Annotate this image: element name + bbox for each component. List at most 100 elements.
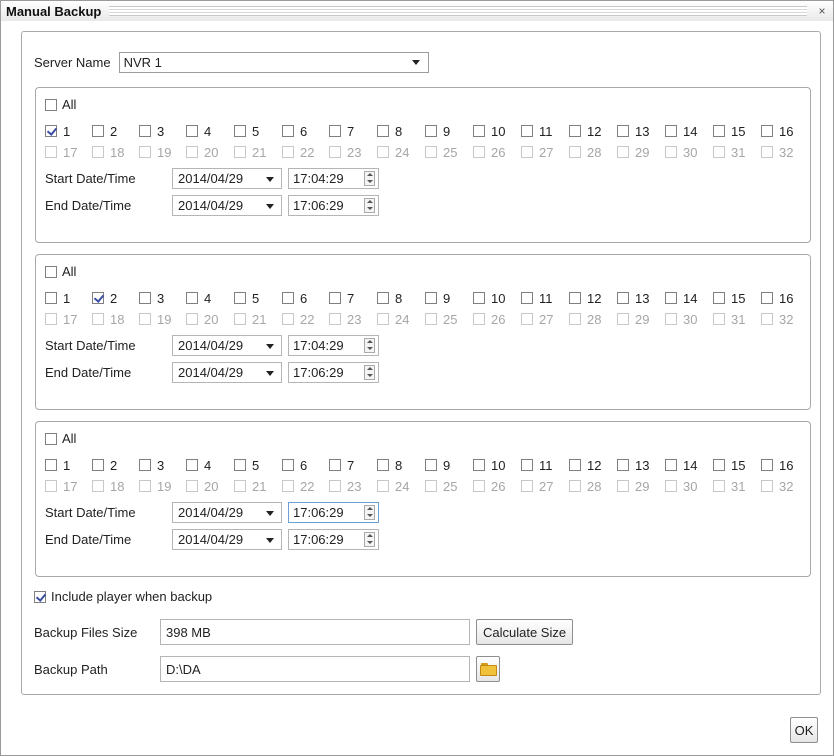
channel-13[interactable]: 13 [617, 457, 649, 473]
backup-size-field[interactable]: 398 MB [160, 619, 470, 645]
channel-15[interactable]: 15 [713, 290, 745, 306]
channel-3[interactable]: 3 [139, 457, 164, 473]
channel-checkbox[interactable] [377, 125, 389, 137]
channel-9[interactable]: 9 [425, 123, 450, 139]
channel-4[interactable]: 4 [186, 457, 211, 473]
channel-4[interactable]: 4 [186, 123, 211, 139]
channel-1[interactable]: 1 [45, 457, 70, 473]
ok-button[interactable]: OK [790, 717, 818, 743]
channel-2[interactable]: 2 [92, 457, 117, 473]
channel-4[interactable]: 4 [186, 290, 211, 306]
channel-9[interactable]: 9 [425, 290, 450, 306]
channel-checkbox[interactable] [92, 125, 104, 137]
channel-14[interactable]: 14 [665, 457, 697, 473]
start-date-picker[interactable]: 2014/04/29 [172, 501, 282, 523]
channel-checkbox[interactable] [139, 459, 151, 471]
channel-checkbox[interactable] [139, 125, 151, 137]
channel-checkbox[interactable] [665, 459, 677, 471]
channel-7[interactable]: 7 [329, 123, 354, 139]
channel-checkbox[interactable] [234, 125, 246, 137]
channel-10[interactable]: 10 [473, 290, 505, 306]
channel-15[interactable]: 15 [713, 457, 745, 473]
channel-7[interactable]: 7 [329, 290, 354, 306]
spinner-icon[interactable] [364, 170, 375, 186]
channel-14[interactable]: 14 [665, 123, 697, 139]
channel-checkbox[interactable] [186, 459, 198, 471]
channel-checkbox[interactable] [617, 459, 629, 471]
channel-checkbox[interactable] [569, 292, 581, 304]
channel-checkbox[interactable] [234, 292, 246, 304]
channel-1[interactable]: 1 [45, 290, 70, 306]
end-date-picker[interactable]: 2014/04/29 [172, 361, 282, 383]
channel-checkbox[interactable] [45, 292, 57, 304]
channel-8[interactable]: 8 [377, 123, 402, 139]
channel-checkbox[interactable] [425, 292, 437, 304]
channel-1[interactable]: 1 [45, 123, 70, 139]
channel-checkbox[interactable] [92, 292, 104, 304]
channel-checkbox[interactable] [282, 125, 294, 137]
channel-checkbox[interactable] [761, 459, 773, 471]
channel-checkbox[interactable] [569, 459, 581, 471]
all-channels-row[interactable]: All [45, 264, 76, 279]
channel-16[interactable]: 16 [761, 290, 793, 306]
channel-10[interactable]: 10 [473, 457, 505, 473]
channel-checkbox[interactable] [761, 125, 773, 137]
channel-checkbox[interactable] [45, 125, 57, 137]
all-channels-checkbox[interactable] [45, 265, 57, 278]
start-time-field[interactable]: 17:04:29 [288, 167, 379, 189]
all-channels-row[interactable]: All [45, 97, 76, 112]
channel-checkbox[interactable] [282, 292, 294, 304]
include-player-row[interactable]: Include player when backup [34, 589, 212, 604]
channel-checkbox[interactable] [329, 292, 341, 304]
close-icon[interactable]: × [815, 4, 829, 18]
channel-2[interactable]: 2 [92, 290, 117, 306]
channel-13[interactable]: 13 [617, 290, 649, 306]
spinner-icon[interactable] [364, 337, 375, 353]
channel-checkbox[interactable] [521, 125, 533, 137]
channel-checkbox[interactable] [92, 459, 104, 471]
channel-checkbox[interactable] [139, 292, 151, 304]
channel-2[interactable]: 2 [92, 123, 117, 139]
start-date-picker[interactable]: 2014/04/29 [172, 334, 282, 356]
channel-3[interactable]: 3 [139, 290, 164, 306]
channel-12[interactable]: 12 [569, 123, 601, 139]
channel-checkbox[interactable] [617, 125, 629, 137]
channel-checkbox[interactable] [186, 292, 198, 304]
channel-6[interactable]: 6 [282, 123, 307, 139]
browse-folder-button[interactable] [476, 656, 500, 682]
channel-checkbox[interactable] [329, 459, 341, 471]
end-date-picker[interactable]: 2014/04/29 [172, 528, 282, 550]
channel-checkbox[interactable] [234, 459, 246, 471]
include-player-checkbox[interactable] [34, 590, 46, 603]
channel-7[interactable]: 7 [329, 457, 354, 473]
start-date-picker[interactable]: 2014/04/29 [172, 167, 282, 189]
channel-5[interactable]: 5 [234, 123, 259, 139]
all-channels-row[interactable]: All [45, 431, 76, 446]
end-time-field[interactable]: 17:06:29 [288, 361, 379, 383]
channel-checkbox[interactable] [713, 125, 725, 137]
channel-checkbox[interactable] [569, 125, 581, 137]
channel-15[interactable]: 15 [713, 123, 745, 139]
channel-checkbox[interactable] [282, 459, 294, 471]
channel-checkbox[interactable] [473, 459, 485, 471]
channel-checkbox[interactable] [665, 125, 677, 137]
channel-checkbox[interactable] [713, 292, 725, 304]
channel-checkbox[interactable] [713, 459, 725, 471]
spinner-icon[interactable] [364, 364, 375, 380]
channel-checkbox[interactable] [617, 292, 629, 304]
channel-5[interactable]: 5 [234, 457, 259, 473]
channel-8[interactable]: 8 [377, 457, 402, 473]
channel-11[interactable]: 11 [521, 290, 553, 306]
channel-11[interactable]: 11 [521, 123, 553, 139]
channel-checkbox[interactable] [186, 125, 198, 137]
channel-checkbox[interactable] [329, 125, 341, 137]
spinner-icon[interactable] [364, 531, 375, 547]
channel-14[interactable]: 14 [665, 290, 697, 306]
channel-16[interactable]: 16 [761, 457, 793, 473]
channel-checkbox[interactable] [425, 459, 437, 471]
channel-checkbox[interactable] [665, 292, 677, 304]
channel-8[interactable]: 8 [377, 290, 402, 306]
channel-10[interactable]: 10 [473, 123, 505, 139]
calculate-size-button[interactable]: Calculate Size [476, 619, 574, 645]
channel-6[interactable]: 6 [282, 290, 307, 306]
